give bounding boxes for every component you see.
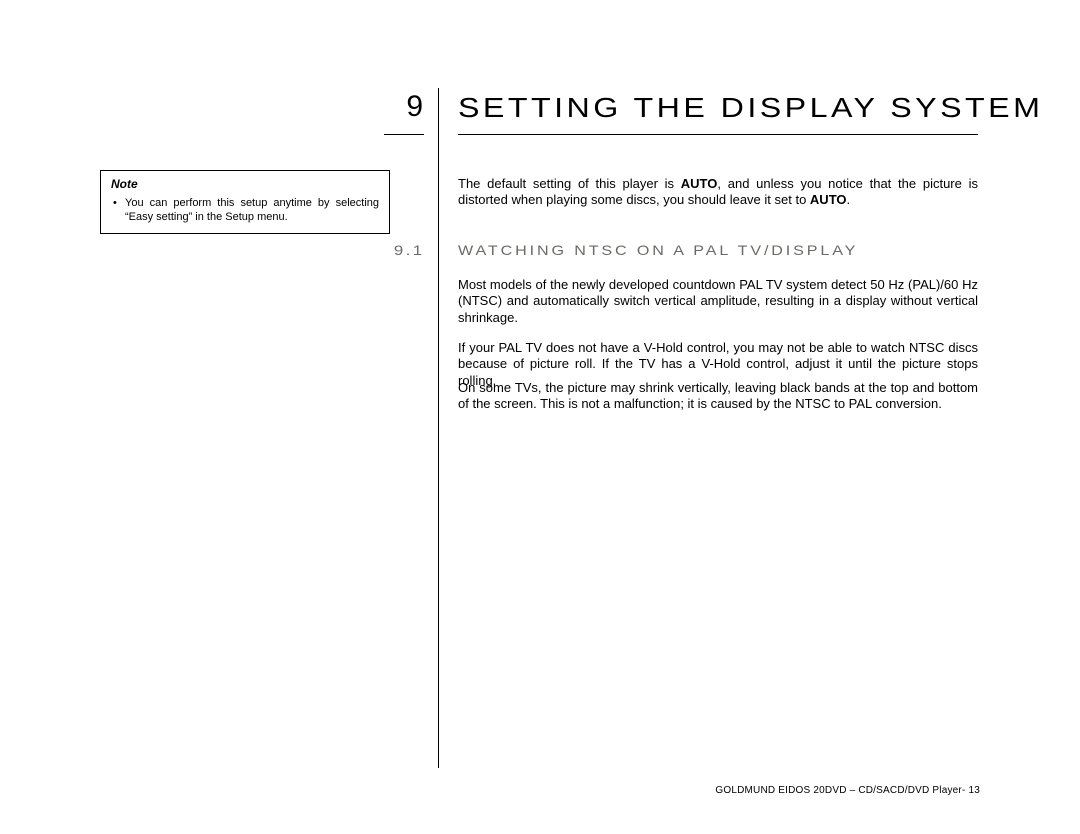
note-box: Note • You can perform this setup anytim… bbox=[100, 170, 390, 234]
vertical-rule bbox=[438, 88, 439, 768]
intro-pre: The default setting of this player is bbox=[458, 176, 681, 191]
note-body: • You can perform this setup anytime by … bbox=[111, 197, 379, 225]
manual-page: 9 SETTING THE DISPLAY SYSTEM Note • You … bbox=[0, 0, 1080, 834]
subsection-title-text: WATCHING NTSC ON A PAL TV/DISPLAY bbox=[458, 242, 858, 258]
intro-bold1: AUTO bbox=[681, 176, 718, 191]
paragraph-2: Most models of the newly developed count… bbox=[458, 277, 978, 326]
bullet-icon: • bbox=[113, 197, 117, 211]
intro-post: . bbox=[847, 192, 851, 207]
chapter-number-text: 9 bbox=[406, 90, 425, 123]
paragraph-4: On some TVs, the picture may shrink vert… bbox=[458, 380, 978, 413]
chapter-underline-right bbox=[458, 134, 978, 135]
subsection-number: 9.1 bbox=[394, 242, 424, 258]
chapter-title: SETTING THE DISPLAY SYSTEM bbox=[458, 92, 967, 124]
subsection-title: WATCHING NTSC ON A PAL TV/DISPLAY bbox=[458, 242, 806, 258]
chapter-number: 9 bbox=[395, 90, 425, 124]
chapter-title-text: SETTING THE DISPLAY SYSTEM bbox=[458, 92, 1043, 124]
intro-bold2: AUTO bbox=[810, 192, 847, 207]
chapter-underline-left bbox=[384, 134, 424, 135]
note-heading: Note bbox=[111, 177, 379, 191]
note-text: You can perform this setup anytime by se… bbox=[125, 197, 379, 223]
subsection-number-text: 9.1 bbox=[393, 242, 424, 258]
page-footer: GOLDMUND EIDOS 20DVD – CD/SACD/DVD Playe… bbox=[715, 785, 980, 796]
intro-paragraph: The default setting of this player is AU… bbox=[458, 176, 978, 209]
